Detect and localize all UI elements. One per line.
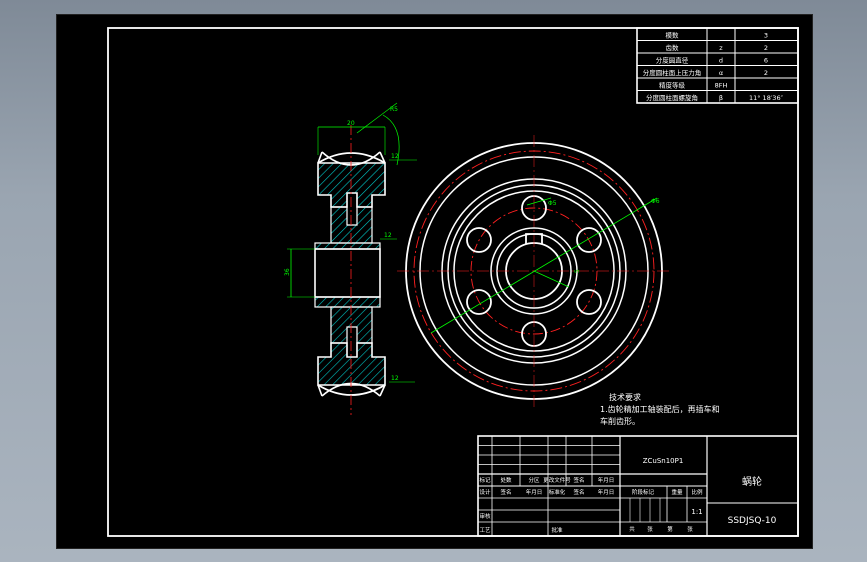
dim-bore-size: 5 [574, 269, 581, 273]
param-symbol-2: d [719, 57, 723, 65]
row-a-5: 年月日 [598, 476, 615, 484]
row-b-5: 年月日 [598, 488, 615, 496]
cad-drawing: 模数 3 齿数 z 2 分度圆直径 d 6 分度圆柱面上压力角 α 2 精度等级… [107, 27, 799, 537]
dim-throat-radius: R5 [390, 106, 398, 113]
param-symbol-1: z [719, 44, 723, 52]
row-a-3: 更改文件号 [543, 476, 571, 484]
dim-width: 20 [347, 120, 355, 127]
row-a-1: 处数 [500, 476, 512, 484]
worm-wheel-section-view: 20 R5 12 12 12 36 [284, 102, 417, 415]
param-name-2: 分度圆直径 [656, 56, 689, 65]
title-part-name: 蜗轮 [742, 475, 762, 488]
gear-parameter-table: 模数 3 齿数 z 2 分度圆直径 d 6 分度圆柱面上压力角 α 2 精度等级… [636, 27, 799, 104]
scale-label: 比例 [691, 488, 703, 496]
tech-notes-heading: 技术要求 [609, 392, 641, 402]
tech-notes-line-1: 1.齿轮精加工轴装配后，再插车和 [600, 404, 720, 414]
param-value-1: 2 [764, 44, 768, 52]
title-drawing-number: SSDJSQ-10 [728, 516, 777, 526]
sheet-label-3: 张 [687, 525, 693, 533]
row-b-2: 年月日 [526, 488, 543, 496]
title-block: ZCuSn10P1 蜗轮 SSDJSQ-10 1:1 标记 处数 分区 更改文件… [477, 435, 799, 537]
row-b-4: 签名 [573, 488, 584, 496]
param-symbol-4: 8FH [715, 82, 728, 90]
dim-right-mid: 12 [384, 232, 392, 239]
worm-wheel-front-view: Φ6 Φ5 5 [397, 135, 671, 407]
dim-right-bottom: 12 [391, 375, 399, 382]
weight-label: 重量 [671, 488, 683, 496]
section-bottom-rim [317, 342, 386, 386]
row-a-4: 签名 [573, 476, 584, 484]
section-bottom-throat [317, 384, 386, 396]
dim-bore: 36 [284, 268, 291, 276]
title-scale-value: 1:1 [691, 508, 702, 516]
param-value-3: 2 [764, 69, 768, 77]
sheet-border [107, 27, 799, 537]
dim-outer-diameter: Φ6 [651, 198, 660, 205]
row-a-2: 分区 [528, 476, 540, 484]
section-bottom-hub [330, 306, 373, 344]
param-symbol-3: α [719, 69, 723, 77]
param-value-5: 11° 18′36″ [749, 94, 784, 102]
sheet-label-1: 张 [647, 525, 653, 533]
row-b-0: 设计 [479, 488, 491, 496]
section-top-hub [330, 206, 373, 244]
param-name-3: 分度圆柱面上压力角 [643, 68, 702, 77]
row-a-0: 标记 [479, 476, 491, 484]
param-value-0: 3 [764, 32, 768, 40]
param-name-1: 齿数 [666, 43, 680, 52]
sheet-label-0: 共 [629, 525, 635, 533]
dim-leader-bore [533, 270, 570, 288]
row-b-1: 签名 [500, 488, 511, 496]
section-top-rim [317, 162, 386, 208]
param-symbol-5: β [719, 94, 723, 102]
param-name-0: 模数 [666, 31, 680, 40]
param-name-5: 分度圆柱面螺旋角 [646, 93, 698, 102]
param-name-4: 精度等级 [659, 81, 686, 90]
param-value-2: 6 [764, 57, 768, 65]
technical-requirements: 技术要求 1.齿轮精加工轴装配后，再插车和 车削齿形。 [600, 392, 720, 426]
section-bore-bottom [314, 296, 381, 308]
dim-hole-diameter: Φ5 [548, 200, 557, 207]
row-c-0: 审核 [479, 512, 491, 520]
row-d-1: 批准 [551, 526, 563, 534]
sheet-label-2: 第 [667, 525, 673, 533]
section-top-throat [317, 152, 386, 164]
row-d-0: 工艺 [479, 527, 491, 534]
drawing-viewport[interactable]: 模数 3 齿数 z 2 分度圆直径 d 6 分度圆柱面上压力角 α 2 精度等级… [56, 14, 813, 549]
dim-right-top: 12 [391, 153, 399, 160]
title-material: ZCuSn10P1 [643, 457, 684, 465]
row-b-3: 标准化 [549, 488, 566, 496]
stage-label: 阶段标记 [632, 488, 655, 496]
bore-outline [314, 248, 381, 298]
tech-notes-line-2: 车削齿形。 [600, 416, 640, 426]
section-bore-top [314, 242, 381, 250]
